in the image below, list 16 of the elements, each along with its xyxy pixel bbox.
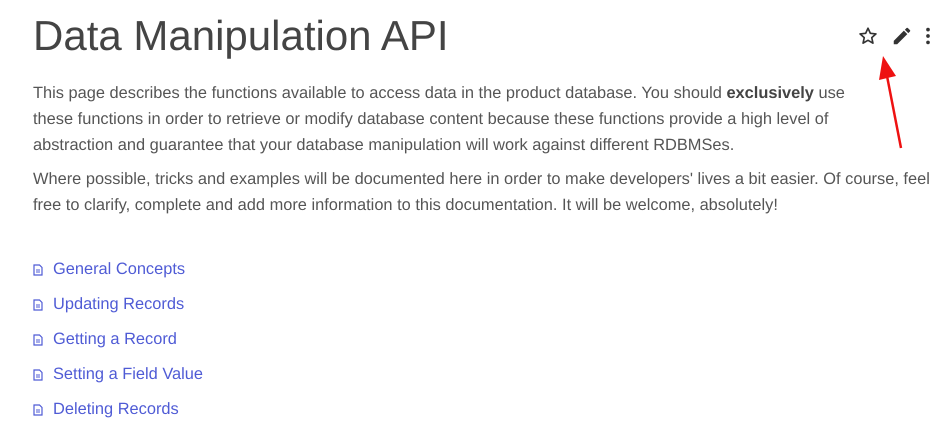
document-icon	[33, 404, 43, 416]
page-link[interactable]: Deleting Records	[53, 398, 179, 421]
pencil-icon[interactable]	[891, 25, 913, 47]
page-link[interactable]: General Concepts	[53, 258, 186, 281]
page-link[interactable]: Setting a Field Value	[53, 363, 204, 386]
document-icon	[33, 368, 43, 380]
document-icon	[33, 298, 43, 310]
more-icon[interactable]	[925, 25, 931, 47]
document-icon	[33, 334, 43, 346]
page-link[interactable]: Updating Records	[53, 293, 184, 316]
body-paragraph: Where possible, tricks and examples will be documented here in order to make developers' lives a bit easier. Of course, feel free to clarify, complete and add more information to this documentation. It will be welcome, absolutely!	[33, 169, 931, 216]
page-link[interactable]: Getting a Record	[53, 328, 177, 351]
star-icon[interactable]	[857, 25, 879, 47]
document-icon	[33, 264, 43, 276]
page-title: Data Manipulation API	[33, 11, 449, 61]
body-paragraph: This page describes the functions available to access data in the product database. You should exclusively use these functions in order to retrieve or modify database content because these functions provide a high level of abstraction and guarantee that your database manipulation will work against different RDBMSes.	[33, 83, 846, 156]
